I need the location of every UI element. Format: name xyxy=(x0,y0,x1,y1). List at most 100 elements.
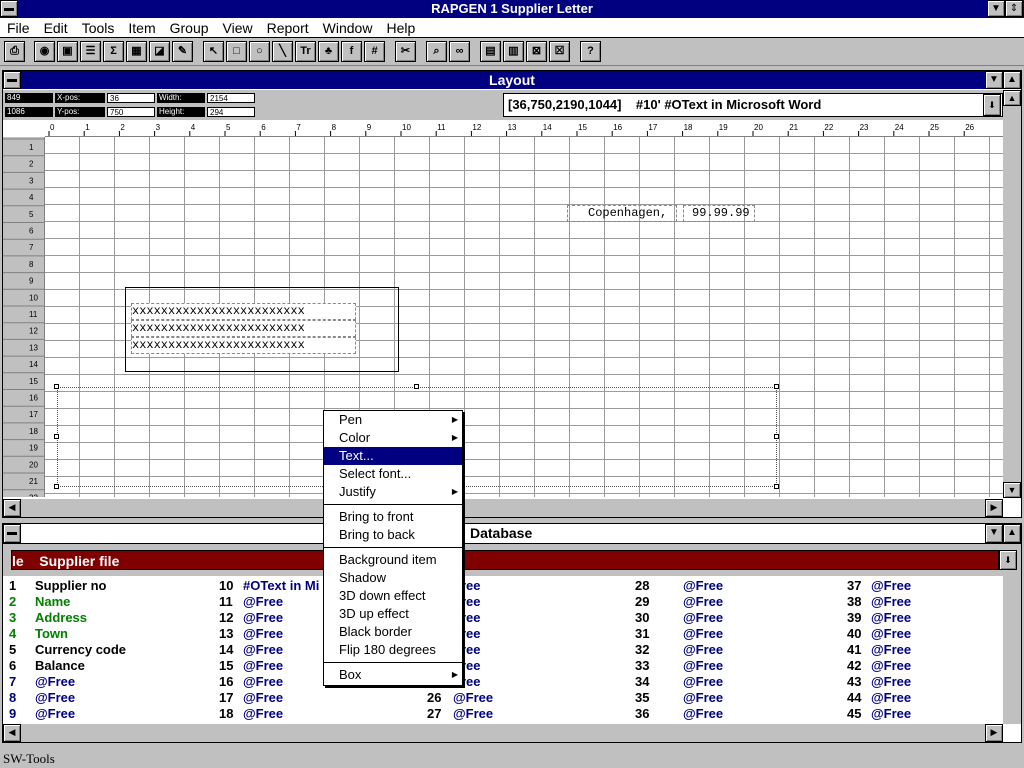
scroll-right-icon[interactable]: ▶ xyxy=(985,499,1003,517)
database-field[interactable]: @Free xyxy=(871,626,911,642)
database-field[interactable]: Town xyxy=(35,626,68,642)
window1-icon[interactable]: ▤ xyxy=(480,41,501,62)
database-field[interactable]: @Free xyxy=(35,706,75,722)
database-field[interactable]: @Free xyxy=(35,690,75,706)
database-field[interactable]: @Free xyxy=(243,706,283,722)
spectacles-icon[interactable]: ∞ xyxy=(449,41,470,62)
layout-minimize-icon[interactable]: ▼ xyxy=(985,71,1003,89)
database-field[interactable]: @Free xyxy=(453,706,493,722)
layout-horizontal-scrollbar[interactable]: ◀ ▶ xyxy=(3,499,1003,517)
database-field[interactable]: #OText in Mi xyxy=(243,578,319,594)
resize-handle[interactable] xyxy=(54,484,59,489)
table-icon[interactable]: ▦ xyxy=(126,41,147,62)
menu-3d-up[interactable]: 3D up effect xyxy=(324,605,462,623)
database-field[interactable]: @Free xyxy=(871,690,911,706)
database-field[interactable]: @Free xyxy=(243,690,283,706)
database-field[interactable]: @Free xyxy=(683,610,723,626)
database-field[interactable]: @Free xyxy=(683,706,723,722)
database-field[interactable]: @Free xyxy=(871,642,911,658)
menu-justify[interactable]: Justify ▶ xyxy=(324,483,462,501)
height-field[interactable]: 294 xyxy=(207,107,255,117)
layout-system-menu-icon[interactable]: ▬ xyxy=(3,71,21,89)
field-icon[interactable]: ▣ xyxy=(57,41,78,62)
restore-icon[interactable]: ⇕ xyxy=(1005,0,1023,17)
menu-item[interactable]: Item xyxy=(121,18,162,38)
ypos-field[interactable]: 750 xyxy=(107,107,155,117)
menu-bring-front[interactable]: Bring to front xyxy=(324,508,462,526)
database-field[interactable]: @Free xyxy=(453,690,493,706)
resize-handle[interactable] xyxy=(54,384,59,389)
width-field[interactable]: 2154 xyxy=(207,93,255,103)
menu-3d-down[interactable]: 3D down effect xyxy=(324,587,462,605)
menu-bring-back[interactable]: Bring to back xyxy=(324,526,462,544)
menu-help[interactable]: Help xyxy=(379,18,422,38)
database-field[interactable]: @Free xyxy=(243,642,283,658)
resize-handle[interactable] xyxy=(774,484,779,489)
database-field[interactable]: @Free xyxy=(871,706,911,722)
database-field[interactable]: @Free xyxy=(871,594,911,610)
edit-icon[interactable]: ✎ xyxy=(172,41,193,62)
database-field[interactable]: @Free xyxy=(871,578,911,594)
menu-view[interactable]: View xyxy=(216,18,260,38)
menu-file[interactable]: File xyxy=(0,18,37,38)
database-field[interactable]: @Free xyxy=(683,674,723,690)
menu-shadow[interactable]: Shadow xyxy=(324,569,462,587)
menu-group[interactable]: Group xyxy=(163,18,216,38)
text-icon[interactable]: Tr xyxy=(295,41,316,62)
database-vertical-scrollbar[interactable] xyxy=(1003,576,1021,724)
system-menu-icon[interactable]: ▬ xyxy=(0,0,18,17)
menu-color[interactable]: Color ▶ xyxy=(324,429,462,447)
menu-box[interactable]: Box ▶ xyxy=(324,666,462,684)
pointer-icon[interactable]: ↖ xyxy=(203,41,224,62)
number-icon[interactable]: # xyxy=(364,41,385,62)
cut-icon[interactable]: ✂ xyxy=(395,41,416,62)
help-icon[interactable]: ? xyxy=(580,41,601,62)
resize-handle[interactable] xyxy=(774,434,779,439)
database-minimize-icon[interactable]: ▼ xyxy=(985,524,1003,543)
database-field[interactable]: @Free xyxy=(243,626,283,642)
database-field[interactable]: @Free xyxy=(683,690,723,706)
item-info-dropdown-icon[interactable]: ⬇ xyxy=(983,94,1001,116)
resize-handle[interactable] xyxy=(54,434,59,439)
resize-handle[interactable] xyxy=(414,384,419,389)
function-icon[interactable]: f xyxy=(341,41,362,62)
menu-black-border[interactable]: Black border xyxy=(324,623,462,641)
database-horizontal-scrollbar[interactable]: ◀ ▶ xyxy=(3,724,1003,742)
database-field[interactable]: @Free xyxy=(871,674,911,690)
scroll-up-icon[interactable]: ▲ xyxy=(1003,90,1021,106)
rectangle-icon[interactable]: □ xyxy=(226,41,247,62)
database-field[interactable]: Supplier no xyxy=(35,578,107,594)
preview-icon[interactable]: ◉ xyxy=(34,41,55,62)
database-field[interactable]: @Free xyxy=(683,626,723,642)
menu-window[interactable]: Window xyxy=(316,18,380,38)
close-window-icon[interactable]: ⊠ xyxy=(526,41,547,62)
file-dropdown-icon[interactable]: ⬇ xyxy=(999,550,1017,570)
print-icon[interactable]: ⎙ xyxy=(4,41,25,62)
database-field[interactable]: @Free xyxy=(683,594,723,610)
layout-maximize-icon[interactable]: ▲ xyxy=(1003,71,1021,89)
menu-report[interactable]: Report xyxy=(260,18,316,38)
database-maximize-icon[interactable]: ▲ xyxy=(1003,524,1021,543)
menu-edit[interactable]: Edit xyxy=(37,18,75,38)
list-icon[interactable]: ☰ xyxy=(80,41,101,62)
copenhagen-field[interactable]: Copenhagen, xyxy=(567,205,677,222)
xpos-field[interactable]: 36 xyxy=(107,93,155,103)
database-field[interactable]: @Free xyxy=(243,610,283,626)
menu-select-font[interactable]: Select font... xyxy=(324,465,462,483)
scroll-down-icon[interactable]: ▼ xyxy=(1003,482,1021,498)
line-icon[interactable]: ╲ xyxy=(272,41,293,62)
ellipse-icon[interactable]: ○ xyxy=(249,41,270,62)
sum-icon[interactable]: Σ xyxy=(103,41,124,62)
database-field[interactable]: Currency code xyxy=(35,642,126,658)
address-line-3[interactable]: xxxxxxxxxxxxxxxxxxxxxxxx xyxy=(131,337,356,354)
menu-background-item[interactable]: Background item xyxy=(324,551,462,569)
db-scroll-right-icon[interactable]: ▶ xyxy=(985,724,1003,742)
database-field[interactable]: @Free xyxy=(871,610,911,626)
database-field[interactable]: @Free xyxy=(243,658,283,674)
file-select-combo[interactable]: le Supplier file xyxy=(11,550,999,570)
address-line-2[interactable]: xxxxxxxxxxxxxxxxxxxxxxxx xyxy=(131,320,356,337)
database-field[interactable]: Balance xyxy=(35,658,85,674)
zoom-icon[interactable]: ⌕ xyxy=(426,41,447,62)
database-system-menu-icon[interactable]: ▬ xyxy=(3,524,21,543)
menu-text[interactable]: Text... xyxy=(324,447,462,465)
